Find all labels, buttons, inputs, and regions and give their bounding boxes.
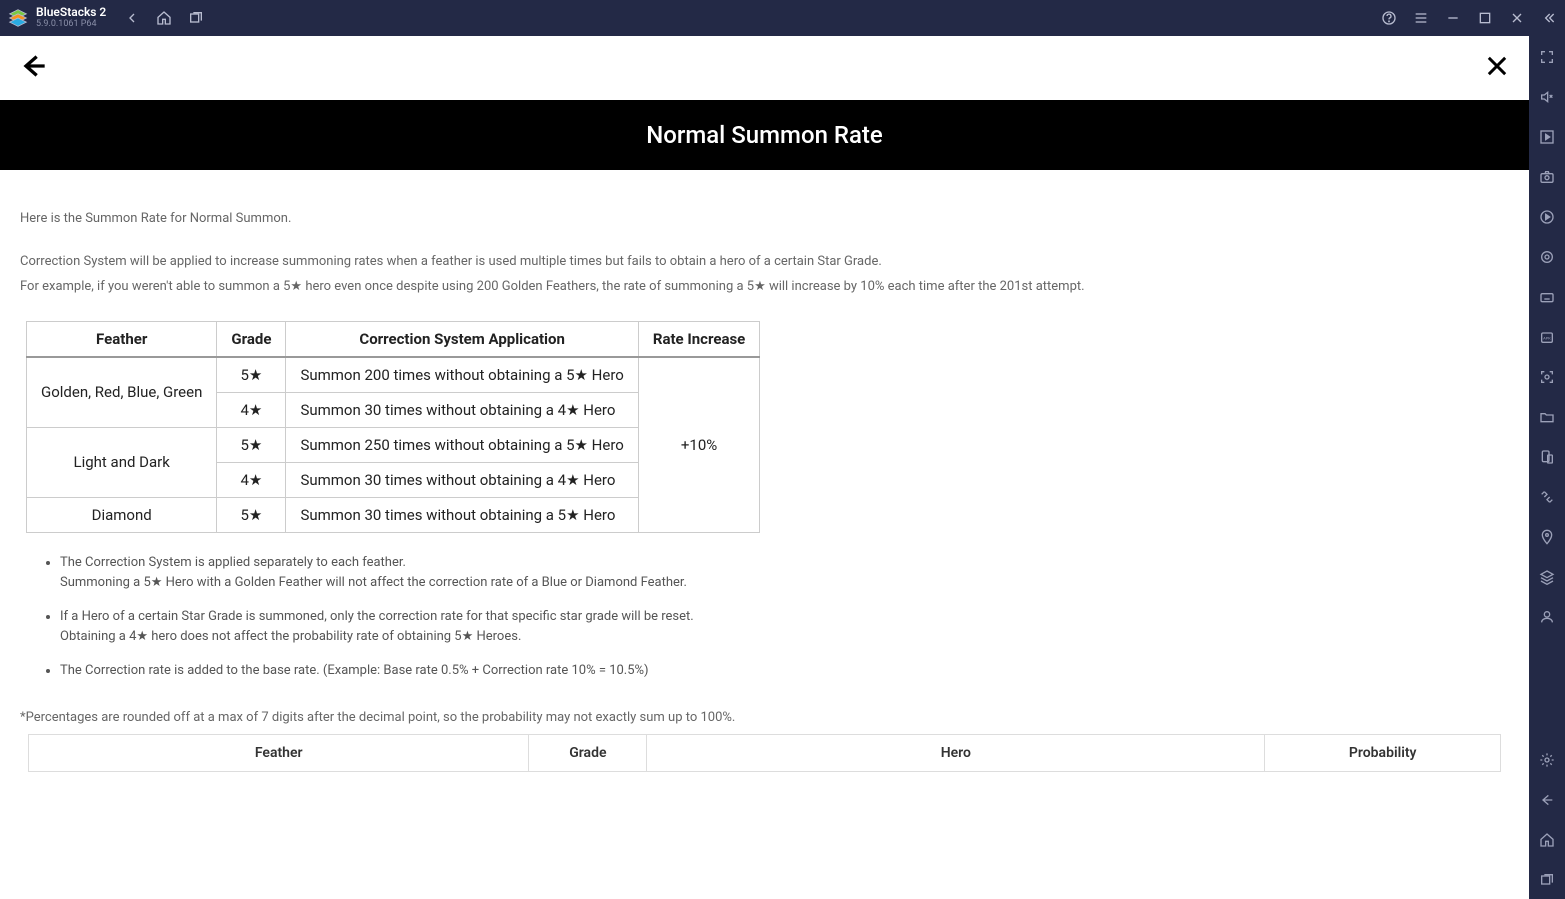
fullscreen-icon[interactable] <box>1538 48 1556 66</box>
layers-icon[interactable] <box>1538 568 1556 586</box>
cell-application: Summon 200 times without obtaining a 5★ … <box>286 357 638 393</box>
cell-feather: Diamond <box>27 497 217 532</box>
cell-rate: +10% <box>638 357 759 533</box>
folder-icon[interactable] <box>1538 408 1556 426</box>
intro-text: Here is the Summon Rate for Normal Summo… <box>20 210 1509 229</box>
close-icon[interactable] <box>1509 10 1525 26</box>
settings-icon[interactable] <box>1538 751 1556 769</box>
target-icon[interactable] <box>1538 248 1556 266</box>
cell-application: Summon 30 times without obtaining a 4★ H… <box>286 392 638 427</box>
cell-application: Summon 30 times without obtaining a 5★ H… <box>286 497 638 532</box>
play-icon[interactable] <box>1538 128 1556 146</box>
footnote: *Percentages are rounded off at a max of… <box>20 709 1509 728</box>
th-feather: Feather <box>27 321 217 357</box>
page-close-button[interactable] <box>1479 48 1515 88</box>
maximize-icon[interactable] <box>1477 10 1493 26</box>
page-topbar <box>0 36 1529 100</box>
correction-table: Feather Grade Correction System Applicat… <box>26 321 760 533</box>
correction-intro-2: For example, if you weren't able to summ… <box>20 278 1509 297</box>
cell-application: Summon 250 times without obtaining a 5★ … <box>286 427 638 462</box>
nav-recents-icon[interactable] <box>188 10 204 26</box>
app-logo <box>8 8 28 28</box>
nav-home-icon[interactable] <box>156 10 172 26</box>
cell-grade: 4★ <box>217 392 286 427</box>
list-item: The Correction rate is added to the base… <box>60 661 1509 681</box>
minimize-icon[interactable] <box>1445 10 1461 26</box>
apk-icon[interactable]: APK <box>1538 328 1556 346</box>
back-button[interactable] <box>14 46 54 90</box>
th-feather: Feather <box>29 735 529 772</box>
help-icon[interactable] <box>1381 10 1397 26</box>
volume-icon[interactable] <box>1538 88 1556 106</box>
location-icon[interactable] <box>1538 528 1556 546</box>
nav-back-icon[interactable] <box>124 10 140 26</box>
list-item: If a Hero of a certain Star Grade is sum… <box>60 607 1509 647</box>
th-grade: Grade <box>529 735 647 772</box>
cell-grade: 4★ <box>217 462 286 497</box>
main-content: Normal Summon Rate Here is the Summon Ra… <box>0 36 1529 899</box>
th-grade: Grade <box>217 321 286 357</box>
page-title-banner: Normal Summon Rate <box>0 100 1529 170</box>
list-item: The Correction System is applied separat… <box>60 553 1509 593</box>
shake-icon[interactable] <box>1538 488 1556 506</box>
th-hero: Hero <box>647 735 1265 772</box>
side-toolbar: APK <box>1529 36 1565 899</box>
cell-grade: 5★ <box>217 497 286 532</box>
device-icon[interactable] <box>1538 448 1556 466</box>
svg-text:APK: APK <box>1543 336 1551 341</box>
collapse-icon[interactable] <box>1541 10 1557 26</box>
menu-icon[interactable] <box>1413 10 1429 26</box>
app-title-block: BlueStacks 2 5.9.0.1061 P64 <box>36 6 106 29</box>
sidebar-home-icon[interactable] <box>1538 831 1556 849</box>
page-title: Normal Summon Rate <box>646 121 883 149</box>
app-name: BlueStacks 2 <box>36 6 106 19</box>
sidebar-back-icon[interactable] <box>1538 791 1556 809</box>
camera-icon[interactable] <box>1538 168 1556 186</box>
th-probability: Probability <box>1265 735 1501 772</box>
correction-intro-1: Correction System will be applied to inc… <box>20 253 1509 272</box>
cell-application: Summon 30 times without obtaining a 4★ H… <box>286 462 638 497</box>
record-icon[interactable] <box>1538 208 1556 226</box>
th-rate: Rate Increase <box>638 321 759 357</box>
accounts-icon[interactable] <box>1538 608 1556 626</box>
notes-list: The Correction System is applied separat… <box>60 553 1509 682</box>
cell-grade: 5★ <box>217 427 286 462</box>
keyboard-icon[interactable] <box>1538 288 1556 306</box>
rate-table: Feather Grade Hero Probability <box>28 734 1501 772</box>
cell-feather: Light and Dark <box>27 427 217 497</box>
th-application: Correction System Application <box>286 321 638 357</box>
screenshot-icon[interactable] <box>1538 368 1556 386</box>
sidebar-recents-icon[interactable] <box>1538 871 1556 889</box>
cell-feather: Golden, Red, Blue, Green <box>27 357 217 428</box>
cell-grade: 5★ <box>217 357 286 393</box>
titlebar: BlueStacks 2 5.9.0.1061 P64 <box>0 0 1565 36</box>
app-version: 5.9.0.1061 P64 <box>36 20 106 30</box>
